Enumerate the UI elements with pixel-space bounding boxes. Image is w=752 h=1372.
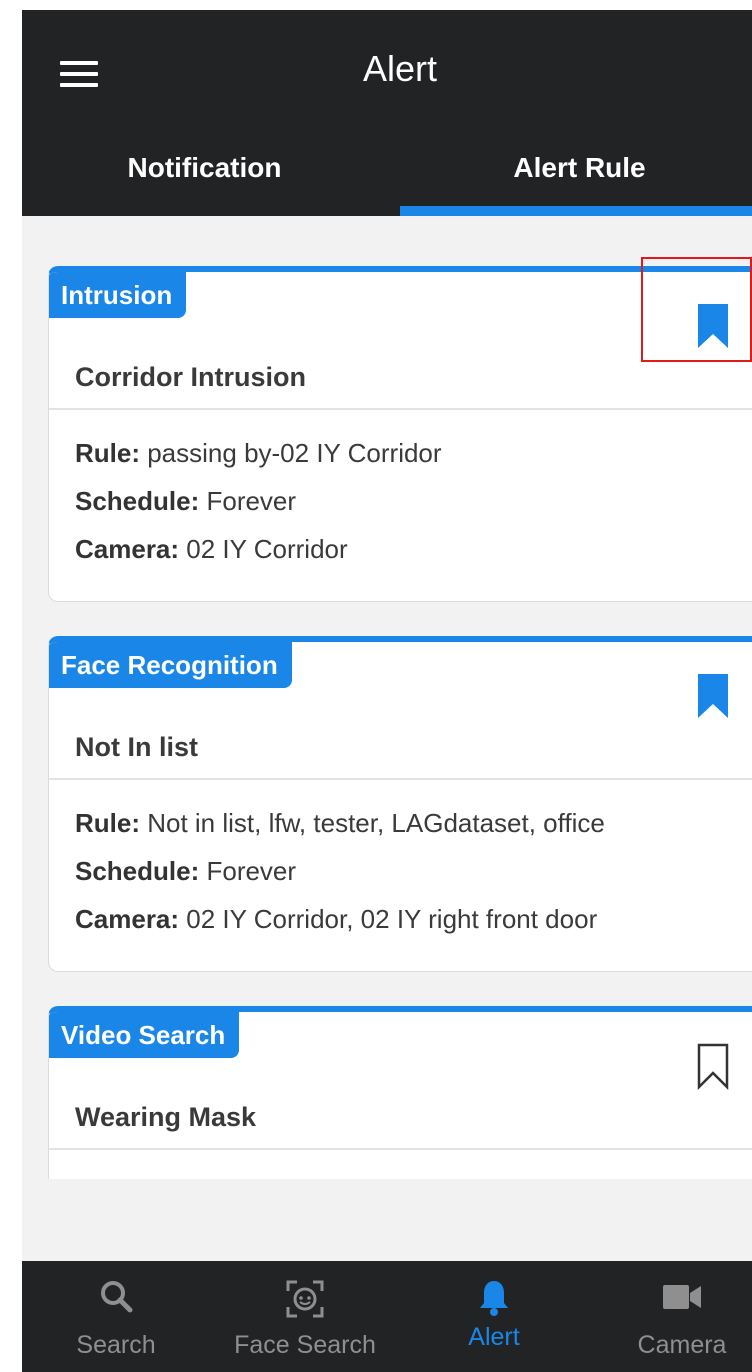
schedule-detail: Schedule: Forever (75, 486, 297, 516)
nav-alert[interactable]: Alert (404, 1261, 584, 1372)
rule-name: Not In list (75, 732, 198, 762)
rule-type-badge: Face Recognition (49, 642, 292, 688)
rule-type-badge: Intrusion (49, 272, 187, 318)
nav-label: Search (76, 1331, 156, 1359)
nav-camera[interactable]: Camera (592, 1261, 752, 1372)
nav-label: Face Search (234, 1331, 376, 1359)
nav-label: Camera (637, 1331, 727, 1359)
rule-name: Corridor Intrusion (75, 362, 306, 392)
rule-detail: Rule: passing by-02 IY Corridor (75, 438, 442, 468)
camera-detail: Camera: 02 IY Corridor (75, 534, 348, 564)
bottom-navigation: Search Face Search Alert Camera (22, 1261, 752, 1372)
bell-icon (480, 1281, 508, 1316)
nav-face-search[interactable]: Face Search (215, 1261, 395, 1372)
rule-type-badge: Video Search (49, 1012, 240, 1058)
content-bottom-padding (22, 1179, 752, 1261)
tab-notification[interactable]: Notification (22, 132, 387, 216)
search-icon (101, 1281, 133, 1313)
divider (49, 1148, 752, 1150)
tab-alert-rule[interactable]: Alert Rule (387, 132, 752, 216)
bookmark-filled-icon[interactable] (696, 672, 730, 720)
camera-detail: Camera: 02 IY Corridor, 02 IY right fron… (75, 904, 598, 934)
rule-detail: Rule: Not in list, lfw, tester, LAGdatas… (75, 808, 605, 838)
active-tab-indicator (400, 206, 752, 216)
nav-search[interactable]: Search (26, 1261, 206, 1372)
page-title: Alert (362, 48, 438, 89)
divider (49, 778, 752, 780)
rule-card-face-recognition[interactable]: Face Recognition Not In list Rule: Not i… (48, 636, 752, 972)
tab-bar: Notification Alert Rule (22, 132, 752, 216)
bookmark-outline-icon[interactable] (696, 1042, 730, 1090)
schedule-detail: Schedule: Forever (75, 856, 297, 886)
nav-label: Alert (468, 1323, 520, 1351)
video-camera-icon (663, 1285, 701, 1309)
divider (49, 408, 752, 410)
rule-name: Wearing Mask (75, 1102, 257, 1132)
highlight-box (641, 257, 752, 362)
face-scan-icon (286, 1280, 324, 1318)
app-screen: Alert Notification Alert Rule Intrusion … (22, 10, 752, 1372)
app-header: Alert (22, 10, 752, 132)
rule-card-video-search[interactable]: Video Search Wearing Mask (48, 1006, 752, 1179)
